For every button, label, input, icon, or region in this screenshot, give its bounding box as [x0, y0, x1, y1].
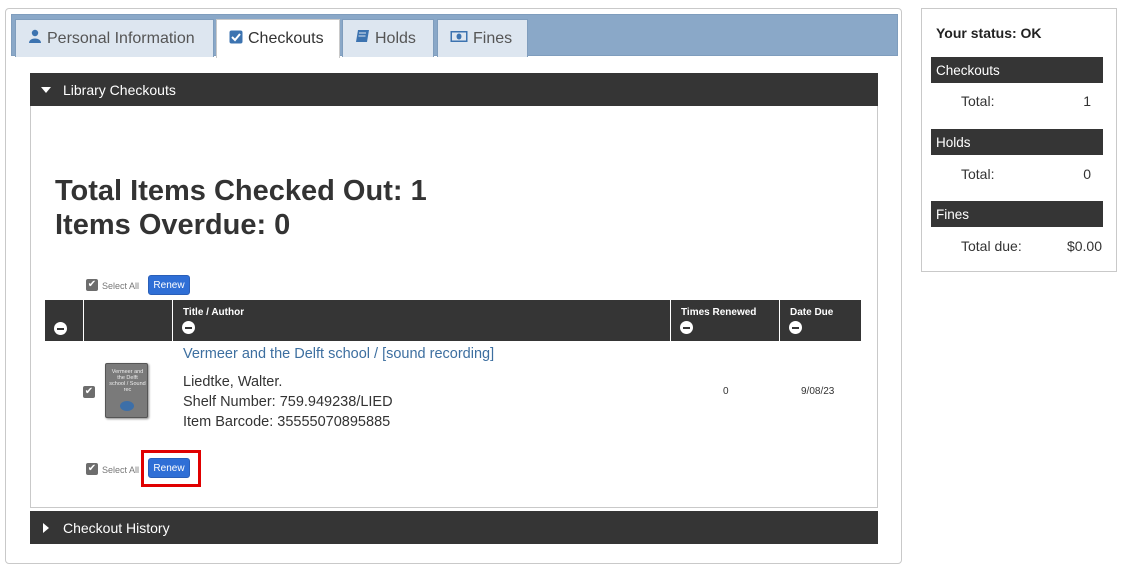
collapse-circle-icon[interactable]	[54, 322, 67, 335]
sidebar-checkouts-label: Total:	[961, 93, 995, 109]
library-checkouts-header[interactable]: Library Checkouts	[30, 73, 878, 106]
tab-holds[interactable]: Holds	[342, 19, 434, 57]
highlight-annotation	[141, 450, 201, 487]
tab-fines[interactable]: Fines	[437, 19, 528, 57]
column-date-due[interactable]: Date Due	[780, 300, 861, 341]
sidebar-fines-value: $0.00	[1066, 238, 1102, 254]
tab-checkouts[interactable]: Checkouts	[216, 19, 340, 58]
total-checked-out: Total Items Checked Out: 1	[55, 175, 427, 207]
sidebar-holds-header: Holds	[931, 129, 1103, 155]
select-all-label: Select All	[102, 281, 140, 291]
column-title-author[interactable]: Title / Author	[173, 300, 671, 341]
user-icon	[28, 29, 42, 48]
sidebar-holds-value: 0	[1083, 166, 1091, 182]
checkbox-checked-icon[interactable]: ✔	[86, 463, 98, 475]
item-date-due: 9/08/23	[801, 386, 835, 397]
sidebar-fines-header: Fines	[931, 201, 1103, 227]
collapse-circle-icon[interactable]	[182, 321, 195, 334]
disc-icon	[120, 401, 134, 411]
row-checkbox[interactable]: ✔	[83, 386, 95, 398]
item-barcode: Item Barcode: 35555070895885	[183, 414, 391, 430]
account-tabbar: Personal Information Checkouts Holds Fin…	[11, 14, 898, 58]
sidebar-checkouts-header: Checkouts	[931, 57, 1103, 83]
caret-down-icon	[41, 86, 51, 93]
sidebar-checkouts-value: 1	[1083, 93, 1091, 109]
item-author: Liedtke, Walter.	[183, 374, 283, 390]
tab-personal-information[interactable]: Personal Information	[15, 19, 214, 57]
column-cover	[84, 300, 173, 341]
tab-label: Personal Information	[47, 29, 195, 47]
checkbox-checked-icon[interactable]: ✔	[86, 279, 98, 291]
caret-right-icon	[43, 522, 49, 533]
checkouts-table-header: Title / Author Times Renewed Date Due	[45, 300, 861, 341]
tab-label: Holds	[375, 29, 416, 47]
book-icon	[355, 29, 370, 48]
item-shelf-number: Shelf Number: 759.949238/LIED	[183, 394, 393, 410]
renew-button-top[interactable]: Renew	[148, 275, 190, 295]
section-title: Checkout History	[63, 519, 170, 536]
column-label: Date Due	[790, 307, 834, 318]
tab-label: Fines	[473, 29, 513, 47]
item-times-renewed: 0	[723, 386, 729, 397]
select-all-bottom[interactable]: ✔ Select All	[86, 463, 139, 475]
cover-text: Vermeer and the Delft school / Sound rec	[109, 369, 146, 393]
sidebar-fines-label: Total due:	[961, 238, 1022, 254]
tab-label: Checkouts	[248, 30, 324, 47]
column-label: Title / Author	[183, 307, 245, 318]
select-all-label: Select All	[102, 465, 140, 475]
collapse-circle-icon[interactable]	[680, 321, 693, 334]
money-icon	[450, 30, 468, 48]
section-title: Library Checkouts	[63, 81, 176, 98]
item-title-link[interactable]: Vermeer and the Delft school / [sound re…	[183, 346, 494, 362]
sidebar-holds-label: Total:	[961, 166, 995, 182]
checkbox-icon	[229, 30, 243, 49]
account-status: Your status: OK	[936, 25, 1042, 41]
column-label: Times Renewed	[681, 307, 757, 318]
column-times-renewed[interactable]: Times Renewed	[671, 300, 780, 341]
account-status-sidebar: Your status: OK Checkouts Total: 1 Holds…	[921, 8, 1117, 272]
collapse-circle-icon[interactable]	[789, 321, 802, 334]
item-cover-image[interactable]: Vermeer and the Delft school / Sound rec	[105, 363, 148, 418]
select-all-top[interactable]: ✔ Select All	[86, 279, 139, 291]
column-toggle-all[interactable]	[45, 300, 84, 341]
checkout-history-header[interactable]: Checkout History	[30, 511, 878, 544]
items-overdue: Items Overdue: 0	[55, 209, 291, 241]
